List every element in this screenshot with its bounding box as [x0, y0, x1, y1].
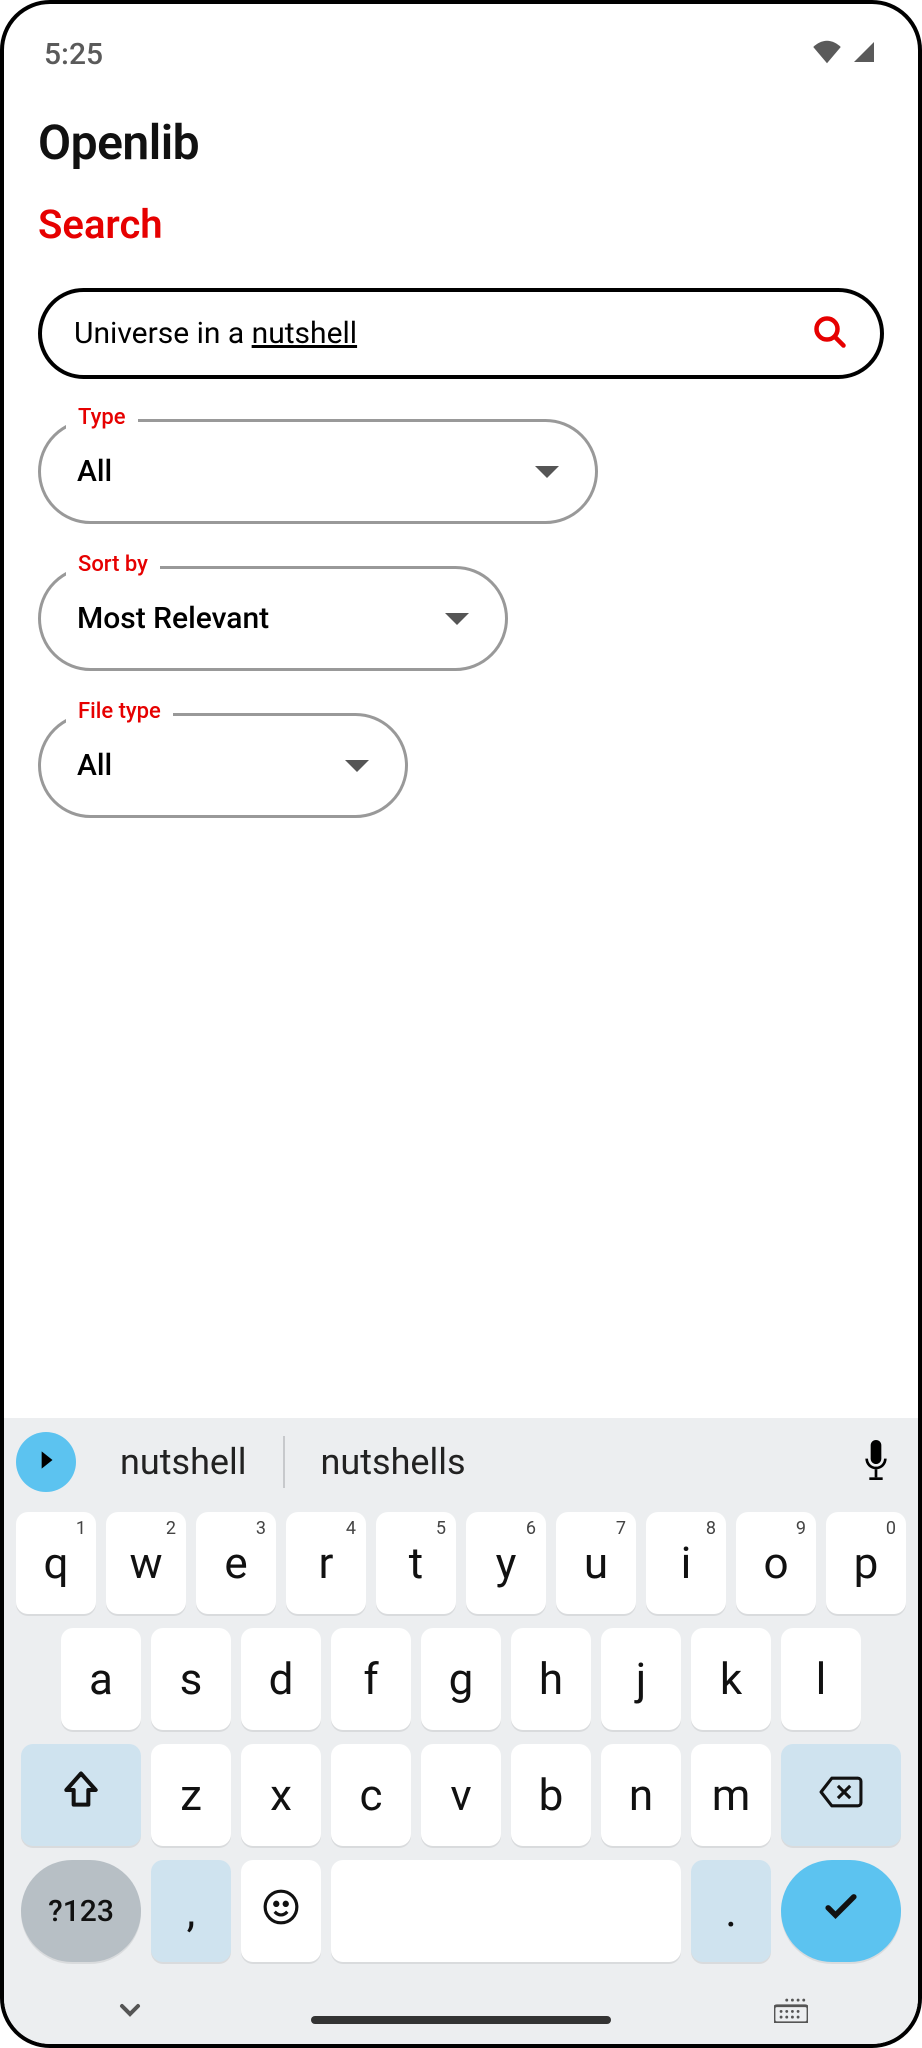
key-u[interactable]: u7 [556, 1512, 636, 1614]
key-g[interactable]: g [421, 1628, 501, 1730]
wifi-icon [812, 40, 842, 68]
shift-icon [59, 1768, 103, 1823]
app-content: Openlib Search Universe in a nutshell Ty… [4, 84, 918, 818]
status-icons [812, 40, 878, 68]
key-subscript: 0 [886, 1518, 896, 1539]
suggestion-item[interactable]: nutshell [84, 1433, 283, 1491]
filter-type-select[interactable]: All [38, 419, 598, 524]
keyboard-rows: q1w2e3r4t5y6u7i8o9p0 asdfghjkl zxcvbnm ?… [4, 1506, 918, 1962]
cell-signal-icon [850, 40, 878, 68]
smiley-icon [262, 1885, 300, 1937]
key-w[interactable]: w2 [106, 1512, 186, 1614]
home-indicator[interactable] [311, 2016, 611, 2024]
key-k[interactable]: k [691, 1628, 771, 1730]
filter-sortby-group: Sort by Most Relevant [38, 566, 884, 671]
key-e[interactable]: e3 [196, 1512, 276, 1614]
chevron-right-icon [33, 1447, 59, 1477]
shift-key[interactable] [21, 1744, 141, 1846]
suggestion-row: nutshellnutshells [4, 1418, 918, 1506]
key-z[interactable]: z [151, 1744, 231, 1846]
filter-sortby-label: Sort by [66, 552, 160, 577]
key-subscript: 8 [706, 1518, 716, 1539]
key-subscript: 9 [796, 1518, 806, 1539]
collapse-keyboard-button[interactable] [114, 1994, 146, 2030]
chevron-down-icon [445, 613, 469, 625]
key-t[interactable]: t5 [376, 1512, 456, 1614]
key-h[interactable]: h [511, 1628, 591, 1730]
key-b[interactable]: b [511, 1744, 591, 1846]
app-title: Openlib [38, 114, 884, 171]
key-r[interactable]: r4 [286, 1512, 366, 1614]
keyboard-row-3: zxcvbnm [12, 1744, 910, 1846]
filter-sortby-value: Most Relevant [77, 601, 269, 636]
key-p[interactable]: p0 [826, 1512, 906, 1614]
key-i[interactable]: i8 [646, 1512, 726, 1614]
key-m[interactable]: m [691, 1744, 771, 1846]
keyboard-switch-button[interactable] [774, 1997, 808, 2027]
key-subscript: 3 [256, 1518, 266, 1539]
filter-sortby-select[interactable]: Most Relevant [38, 566, 508, 671]
backspace-icon [818, 1769, 864, 1821]
system-nav-bar [4, 1976, 918, 2030]
keyboard-row-2: asdfghjkl [12, 1628, 910, 1730]
filter-type-value: All [77, 454, 112, 489]
period-key-label: . [725, 1885, 737, 1937]
filter-filetype-group: File type All [38, 713, 884, 818]
device-frame: 5:25 Openlib Search Universe in a nutshe… [0, 0, 922, 2048]
section-title-search: Search [38, 201, 884, 248]
key-subscript: 4 [346, 1518, 356, 1539]
key-subscript: 5 [436, 1518, 446, 1539]
filter-filetype-label: File type [66, 699, 173, 724]
mic-icon [860, 1440, 892, 1484]
status-bar: 5:25 [4, 4, 918, 84]
key-subscript: 7 [616, 1518, 626, 1539]
chevron-down-icon [345, 760, 369, 772]
search-field[interactable]: Universe in a nutshell [38, 288, 884, 379]
key-f[interactable]: f [331, 1628, 411, 1730]
status-time: 5:25 [44, 37, 103, 72]
backspace-key[interactable] [781, 1744, 901, 1846]
filter-filetype-select[interactable]: All [38, 713, 408, 818]
chevron-down-icon [535, 466, 559, 478]
filter-filetype-value: All [77, 748, 112, 783]
key-subscript: 6 [526, 1518, 536, 1539]
search-icon [812, 314, 848, 353]
key-c[interactable]: c [331, 1744, 411, 1846]
period-key[interactable]: . [691, 1860, 771, 1962]
suggestion-list: nutshellnutshells [84, 1433, 838, 1491]
filter-type-label: Type [66, 405, 138, 430]
space-key[interactable] [331, 1860, 681, 1962]
key-n[interactable]: n [601, 1744, 681, 1846]
key-d[interactable]: d [241, 1628, 321, 1730]
key-o[interactable]: o9 [736, 1512, 816, 1614]
keyboard-row-1: q1w2e3r4t5y6u7i8o9p0 [12, 1512, 910, 1614]
key-s[interactable]: s [151, 1628, 231, 1730]
enter-key[interactable] [781, 1860, 901, 1962]
expand-suggestions-button[interactable] [16, 1432, 76, 1492]
keyboard-row-4: ?123 , . [12, 1860, 910, 1962]
key-y[interactable]: y6 [466, 1512, 546, 1614]
comma-key[interactable]: , [151, 1860, 231, 1962]
symbols-key[interactable]: ?123 [21, 1860, 141, 1962]
comma-key-label: , [187, 1885, 196, 1937]
key-subscript: 2 [166, 1518, 176, 1539]
voice-input-button[interactable] [846, 1432, 906, 1492]
keyboard: nutshellnutshells q1w2e3r4t5y6u7i8o9p0 a… [4, 1418, 918, 2044]
key-q[interactable]: q1 [16, 1512, 96, 1614]
search-button[interactable] [812, 314, 848, 353]
key-l[interactable]: l [781, 1628, 861, 1730]
key-a[interactable]: a [61, 1628, 141, 1730]
emoji-key[interactable] [241, 1860, 321, 1962]
key-subscript: 1 [76, 1518, 86, 1539]
key-x[interactable]: x [241, 1744, 321, 1846]
check-icon [819, 1884, 863, 1939]
search-input-underlined-segment: nutshell [252, 316, 357, 351]
key-v[interactable]: v [421, 1744, 501, 1846]
symbols-key-label: ?123 [48, 1894, 114, 1929]
suggestion-item[interactable]: nutshells [285, 1433, 502, 1491]
search-input[interactable]: Universe in a nutshell [74, 316, 812, 351]
key-j[interactable]: j [601, 1628, 681, 1730]
filter-type-group: Type All [38, 419, 884, 524]
